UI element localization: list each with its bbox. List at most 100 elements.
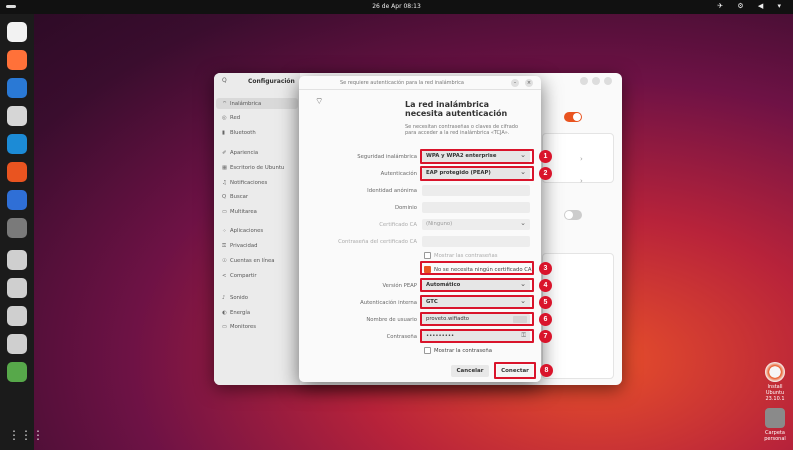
badge-2: 2 bbox=[539, 167, 552, 180]
sidebar-item-label: Multitarea bbox=[230, 209, 257, 215]
storage-icon-2[interactable] bbox=[7, 278, 27, 298]
highlight-1 bbox=[420, 149, 534, 164]
storage-icon-3[interactable] bbox=[7, 306, 27, 326]
install-ubuntu-label: Install Ubuntu 23.10.1 bbox=[765, 384, 785, 402]
cancel-button[interactable]: Cancelar bbox=[451, 365, 489, 377]
installer-icon[interactable] bbox=[7, 362, 27, 382]
sidebar-item-label: Buscar bbox=[230, 194, 249, 200]
sidebar-item[interactable]: ♫ Notificaciones bbox=[222, 180, 298, 190]
show-password-checkbox-row[interactable]: Mostrar la contraseña bbox=[424, 347, 492, 354]
sidebar-item[interactable]: ◐ Energía bbox=[222, 310, 298, 320]
highlight-2 bbox=[420, 166, 534, 181]
sidebar-item-label: Monitores bbox=[230, 324, 257, 330]
auth-label: Autenticación bbox=[380, 171, 417, 177]
dock: ⋮⋮⋮ bbox=[0, 14, 44, 450]
show-passwords-label: Mostrar las contraseñas bbox=[434, 252, 498, 259]
dialog-titlebar: Se requiere autenticación para la red in… bbox=[299, 76, 541, 90]
badge-8: 8 bbox=[540, 364, 553, 377]
highlight-7 bbox=[420, 329, 534, 343]
settings-icon[interactable] bbox=[7, 218, 27, 238]
firefox-icon[interactable] bbox=[7, 50, 27, 70]
hidden-toggle[interactable] bbox=[564, 210, 582, 220]
ca-cert-label: Certificado CA bbox=[379, 222, 417, 228]
sidebar-item[interactable]: ▭ Multitarea bbox=[222, 209, 298, 219]
sidebar-item[interactable]: Q Buscar bbox=[222, 194, 298, 204]
sidebar-item[interactable]: ◎ Red bbox=[222, 115, 298, 125]
chevron-right-icon: › bbox=[580, 177, 583, 185]
sidebar-item-label: Sonido bbox=[230, 295, 249, 301]
inner-auth-label: Autenticación interna bbox=[360, 300, 417, 306]
sidebar-item-label: Red bbox=[230, 115, 241, 121]
top-bar: 26 de Apr 08:13 ✈ ⚙ ◀ ▾ bbox=[0, 0, 793, 14]
highlight-3 bbox=[420, 261, 534, 275]
window-close-button[interactable] bbox=[604, 77, 612, 85]
anon-identity-input[interactable] bbox=[422, 185, 530, 196]
ca-cert-select[interactable]: (Ninguno) bbox=[422, 219, 530, 230]
badge-3: 3 bbox=[539, 262, 552, 275]
sidebar-item-label: Bluetooth bbox=[230, 130, 256, 136]
sidebar-item[interactable]: ⌔ Inalámbrica bbox=[222, 100, 298, 110]
sidebar-item[interactable]: ▭ Monitores bbox=[222, 324, 298, 334]
software-icon[interactable] bbox=[7, 162, 27, 182]
sidebar-item[interactable]: ▮ Bluetooth bbox=[222, 130, 298, 140]
sidebar-item-icon: ◐ bbox=[222, 310, 227, 316]
thunderbird-icon[interactable] bbox=[7, 78, 27, 98]
sidebar-item-icon: ⌔ bbox=[222, 101, 227, 107]
domain-label: Dominio bbox=[394, 205, 417, 211]
sidebar-item-label: Apariencia bbox=[230, 150, 259, 156]
clock[interactable]: 26 de Apr 08:13 bbox=[0, 3, 793, 10]
wifi-icon: ⌔ bbox=[315, 97, 324, 107]
storage-icon-4[interactable] bbox=[7, 334, 27, 354]
sidebar-item[interactable]: ☉ Cuentas en línea bbox=[222, 258, 298, 268]
dialog-close-button[interactable]: × bbox=[525, 79, 533, 87]
peap-version-label: Versión PEAP bbox=[382, 283, 417, 289]
badge-6: 6 bbox=[539, 313, 552, 326]
sidebar-item[interactable]: ✐ Apariencia bbox=[222, 150, 298, 160]
window-minimize-button[interactable] bbox=[580, 77, 588, 85]
password-label: Contraseña bbox=[386, 334, 417, 340]
sidebar-item-icon: < bbox=[222, 273, 227, 279]
help-icon[interactable] bbox=[7, 190, 27, 210]
dialog-subtitle: Se necesitan contraseñas o claves de cif… bbox=[405, 124, 519, 136]
badge-1: 1 bbox=[539, 150, 552, 163]
domain-input[interactable] bbox=[422, 202, 530, 213]
sidebar-item-label: Aplicaciones bbox=[230, 228, 264, 234]
storage-icon[interactable] bbox=[7, 250, 27, 270]
username-label: Nombre de usuario bbox=[366, 317, 417, 323]
writer-icon[interactable] bbox=[7, 134, 27, 154]
search-icon[interactable]: Q bbox=[222, 77, 227, 84]
show-passwords-checkbox[interactable] bbox=[424, 252, 431, 259]
system-tray[interactable]: ✈ ⚙ ◀ ▾ bbox=[717, 2, 787, 10]
home-folder-label: Carpeta personal bbox=[764, 430, 786, 442]
sidebar-item-label: Privacidad bbox=[230, 243, 258, 249]
window-maximize-button[interactable] bbox=[592, 77, 600, 85]
badge-7: 7 bbox=[539, 330, 552, 343]
sidebar-item-label: Inalámbrica bbox=[230, 101, 262, 107]
install-ubuntu-shortcut[interactable]: Install Ubuntu 23.10.1 bbox=[758, 362, 792, 402]
dialog-heading: La red inalámbrica necesita autenticació… bbox=[405, 100, 508, 118]
files-icon[interactable] bbox=[7, 106, 27, 126]
show-passwords-checkbox-row[interactable]: Mostrar las contraseñas bbox=[424, 252, 498, 259]
sidebar-item[interactable]: ⚿ Privacidad bbox=[222, 243, 298, 253]
sidebar-item-icon: ☉ bbox=[222, 258, 227, 264]
sidebar-item[interactable]: ⁘ Aplicaciones bbox=[222, 228, 298, 238]
sidebar-item-label: Cuentas en línea bbox=[230, 258, 275, 264]
sidebar-item[interactable]: ♪ Sonido bbox=[222, 295, 298, 305]
wifi-toggle[interactable] bbox=[564, 112, 582, 122]
anon-identity-label: Identidad anónima bbox=[367, 188, 417, 194]
security-label: Seguridad inalámbrica bbox=[357, 154, 417, 160]
sidebar-item[interactable]: ▦ Escritorio de Ubuntu bbox=[222, 165, 298, 175]
sidebar-item-icon: ♫ bbox=[222, 180, 227, 186]
install-ubuntu-icon bbox=[765, 362, 785, 382]
home-folder-shortcut[interactable]: Carpeta personal bbox=[758, 408, 792, 442]
show-password-checkbox[interactable] bbox=[424, 347, 431, 354]
network-card bbox=[542, 133, 614, 183]
shotwell-icon[interactable] bbox=[7, 22, 27, 42]
sidebar-item-label: Escritorio de Ubuntu bbox=[230, 165, 285, 171]
sidebar-item-icon: ⚿ bbox=[222, 243, 227, 249]
sidebar-item[interactable]: < Compartir bbox=[222, 273, 298, 283]
show-apps-icon[interactable]: ⋮⋮⋮ bbox=[8, 428, 44, 442]
ca-password-input[interactable] bbox=[422, 236, 530, 247]
highlight-5 bbox=[420, 295, 534, 309]
dialog-minimize-button[interactable]: – bbox=[511, 79, 519, 87]
